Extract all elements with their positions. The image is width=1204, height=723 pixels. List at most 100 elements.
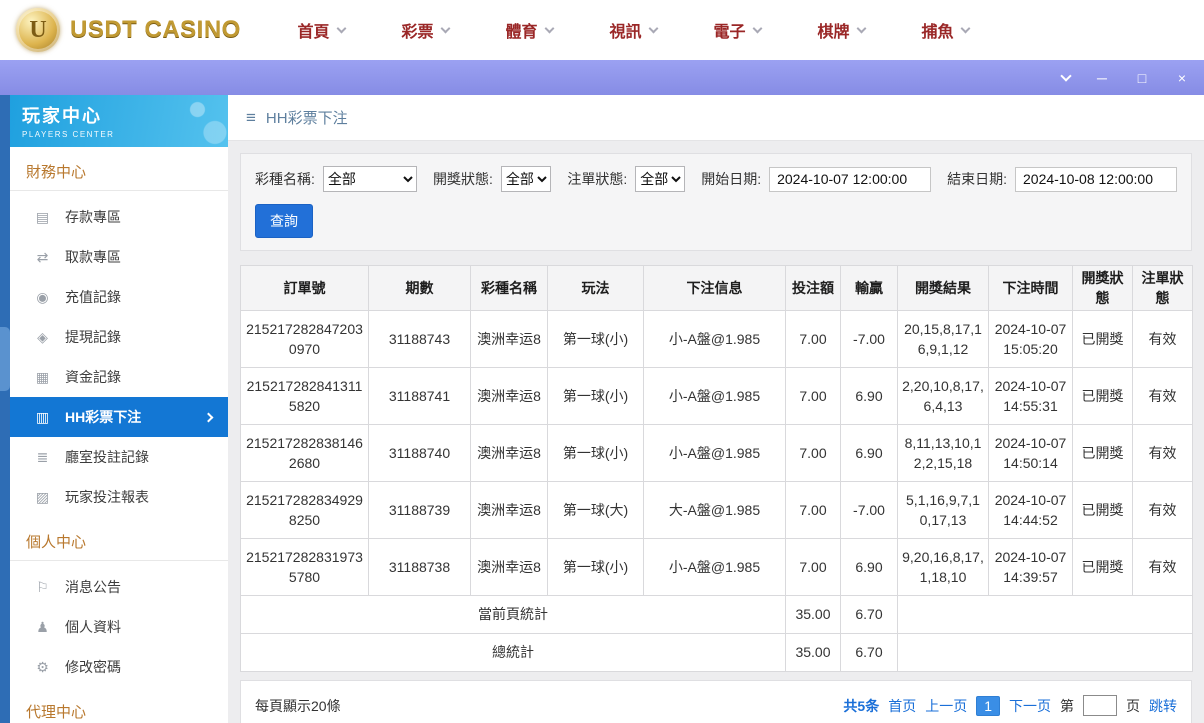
cell-draw-status: 已開獎 — [1072, 538, 1133, 596]
cell-bet-status: 有效 — [1132, 424, 1193, 482]
sidebar-item-label: 資金記錄 — [65, 369, 121, 385]
maximize-button[interactable]: □ — [1134, 71, 1150, 85]
column-header: 注單狀態 — [1132, 265, 1193, 311]
cell-draw-result: 2,20,10,8,17,6,4,13 — [897, 367, 989, 425]
close-button[interactable]: × — [1174, 71, 1190, 85]
sidebar-item-cashout-records[interactable]: ◈ 提現記錄 — [10, 317, 228, 357]
draw-status-select[interactable]: 全部 — [500, 166, 552, 192]
chevron-down-icon — [648, 23, 658, 33]
column-header: 投注額 — [785, 265, 841, 311]
bets-table: 訂單號 期數 彩種名稱 玩法 下注信息 投注額 輸贏 開獎結果 下注時間 開獎狀… — [240, 265, 1193, 672]
cell-draw-result: 20,15,8,17,16,9,1,12 — [897, 310, 989, 368]
minimize-button[interactable]: ─ — [1094, 71, 1110, 85]
cell-draw-result: 9,20,16,8,17,1,18,10 — [897, 538, 989, 596]
sidebar-item-profile[interactable]: ♟ 個人資料 — [10, 607, 228, 647]
cell-lottery-name: 澳洲幸运8 — [470, 538, 548, 596]
cell-lottery-name: 澳洲幸运8 — [470, 424, 548, 482]
chevron-down-icon — [440, 23, 450, 33]
nav-item-label: 電子 — [713, 24, 746, 41]
sidebar-item-recharge-records[interactable]: ◉ 充值記錄 — [10, 277, 228, 317]
funds-icon: ▦ — [35, 368, 50, 385]
page-jump-input[interactable] — [1083, 695, 1117, 716]
sidebar-item-withdraw[interactable]: ⇄ 取款專區 — [10, 237, 228, 277]
sidebar-item-label: 取款專區 — [65, 249, 121, 265]
cell-bet-info: 大-A盤@1.985 — [643, 481, 786, 539]
collapse-chevron-icon[interactable] — [1060, 69, 1072, 82]
sidebar-item-label: 存款專區 — [65, 209, 121, 225]
total-summary-row: 總統計 35.00 6.70 — [240, 633, 1193, 672]
cell-order-id: 2152172828413115820 — [240, 367, 369, 425]
deposit-icon: ▤ — [35, 208, 50, 225]
sidebar-item-hall-bet-records[interactable]: ≣ 廳室投註記錄 — [10, 437, 228, 477]
jump-button[interactable]: 跳转 — [1149, 696, 1177, 716]
nav-item-fishing[interactable]: 捕魚 — [893, 18, 997, 42]
main-content: ≡ HH彩票下注 彩種名稱: 全部 開獎狀態: 全部 注單狀態: 全部 開始日期… — [228, 95, 1204, 723]
search-button[interactable]: 查詢 — [255, 204, 313, 238]
site-logo[interactable]: U USDT CASINO — [16, 8, 241, 52]
nav-item-board-games[interactable]: 棋牌 — [789, 18, 893, 42]
sidebar-item-player-bet-report[interactable]: ▨ 玩家投注報表 — [10, 477, 228, 517]
cell-play-type: 第一球(小) — [547, 310, 644, 368]
cell-draw-status: 已開獎 — [1072, 424, 1133, 482]
personal-menu: ⚐ 消息公告 ♟ 個人資料 ⚙ 修改密碼 — [10, 567, 228, 687]
hamburger-menu-icon[interactable]: ≡ — [246, 108, 256, 128]
nav-item-label: 捕魚 — [921, 24, 954, 41]
next-page-link[interactable]: 下一页 — [1009, 696, 1051, 716]
table-row: 2152172828349298250 31188739 澳洲幸运8 第一球(大… — [240, 481, 1193, 539]
nav-item-home[interactable]: 首頁 — [269, 18, 373, 42]
nav-item-slots[interactable]: 電子 — [685, 18, 789, 42]
sidebar-item-deposit[interactable]: ▤ 存款專區 — [10, 197, 228, 237]
column-header: 訂單號 — [240, 265, 369, 311]
usdt-coin-icon: U — [16, 8, 60, 52]
sidebar-item-label: 個人資料 — [65, 619, 121, 635]
total-summary-empty — [897, 633, 1193, 672]
nav-item-sports[interactable]: 體育 — [477, 18, 581, 42]
bet-status-select[interactable]: 全部 — [635, 166, 686, 192]
nav-item-label: 視訊 — [609, 24, 642, 41]
sidebar-item-fund-records[interactable]: ▦ 資金記錄 — [10, 357, 228, 397]
left-edge-strip — [0, 95, 10, 723]
chevron-right-icon — [203, 412, 214, 422]
sidebar-item-announcements[interactable]: ⚐ 消息公告 — [10, 567, 228, 607]
cell-order-id: 2152172828472030970 — [240, 310, 369, 368]
cell-draw-result: 5,1,16,9,7,10,17,13 — [897, 481, 989, 539]
cell-bet-time: 2024-10-07 14:44:52 — [988, 481, 1073, 539]
sidebar-drag-tab[interactable] — [0, 327, 10, 391]
section-heading-agent: 代理中心 — [10, 687, 228, 723]
cell-draw-result: 8,11,13,10,12,2,15,18 — [897, 424, 989, 482]
sidebar-item-hh-lottery-bets[interactable]: ▥ HH彩票下注 — [10, 397, 228, 437]
first-page-link[interactable]: 首页 — [888, 696, 916, 716]
current-page-button[interactable]: 1 — [976, 695, 1000, 716]
nav-item-live-video[interactable]: 視訊 — [581, 18, 685, 42]
sidebar-subtitle: PLAYERS CENTER — [22, 130, 115, 139]
cell-play-type: 第一球(小) — [547, 538, 644, 596]
nav-item-lottery[interactable]: 彩票 — [373, 18, 477, 42]
prev-page-link[interactable]: 上一页 — [925, 696, 967, 716]
lottery-bet-icon: ▥ — [35, 408, 50, 425]
start-date-input[interactable] — [769, 166, 932, 192]
column-header: 下注信息 — [643, 265, 786, 311]
window-title-bar: ─ □ × — [0, 60, 1204, 95]
cell-bet-status: 有效 — [1132, 538, 1193, 596]
sidebar-item-label: 充值記錄 — [65, 289, 121, 305]
sidebar-item-label: 廳室投註記錄 — [65, 449, 149, 465]
cell-bet-info: 小-A盤@1.985 — [643, 367, 786, 425]
jump-prefix-label: 第 — [1060, 697, 1074, 714]
column-header: 期數 — [368, 265, 471, 311]
cell-bet-time: 2024-10-07 14:55:31 — [988, 367, 1073, 425]
sidebar-item-change-password[interactable]: ⚙ 修改密碼 — [10, 647, 228, 687]
sidebar-item-label: 消息公告 — [65, 579, 121, 595]
pagination: 共5条 首页 上一页 1 下一页 第 页 跳转 — [843, 695, 1177, 716]
bet-status-label: 注單狀態: — [567, 171, 628, 187]
chevron-down-icon — [752, 23, 762, 33]
end-date-input[interactable] — [1015, 166, 1177, 192]
draw-status-label: 開獎狀態: — [433, 171, 493, 187]
lottery-name-select[interactable]: 全部 — [322, 166, 418, 192]
cell-lottery-name: 澳洲幸运8 — [470, 481, 548, 539]
cell-bet-status: 有效 — [1132, 310, 1193, 368]
cell-period: 31188743 — [368, 310, 471, 368]
cell-draw-status: 已開獎 — [1072, 481, 1133, 539]
cell-bet-status: 有效 — [1132, 367, 1193, 425]
nav-item-label: 首頁 — [297, 24, 330, 41]
chevron-down-icon — [856, 23, 866, 33]
